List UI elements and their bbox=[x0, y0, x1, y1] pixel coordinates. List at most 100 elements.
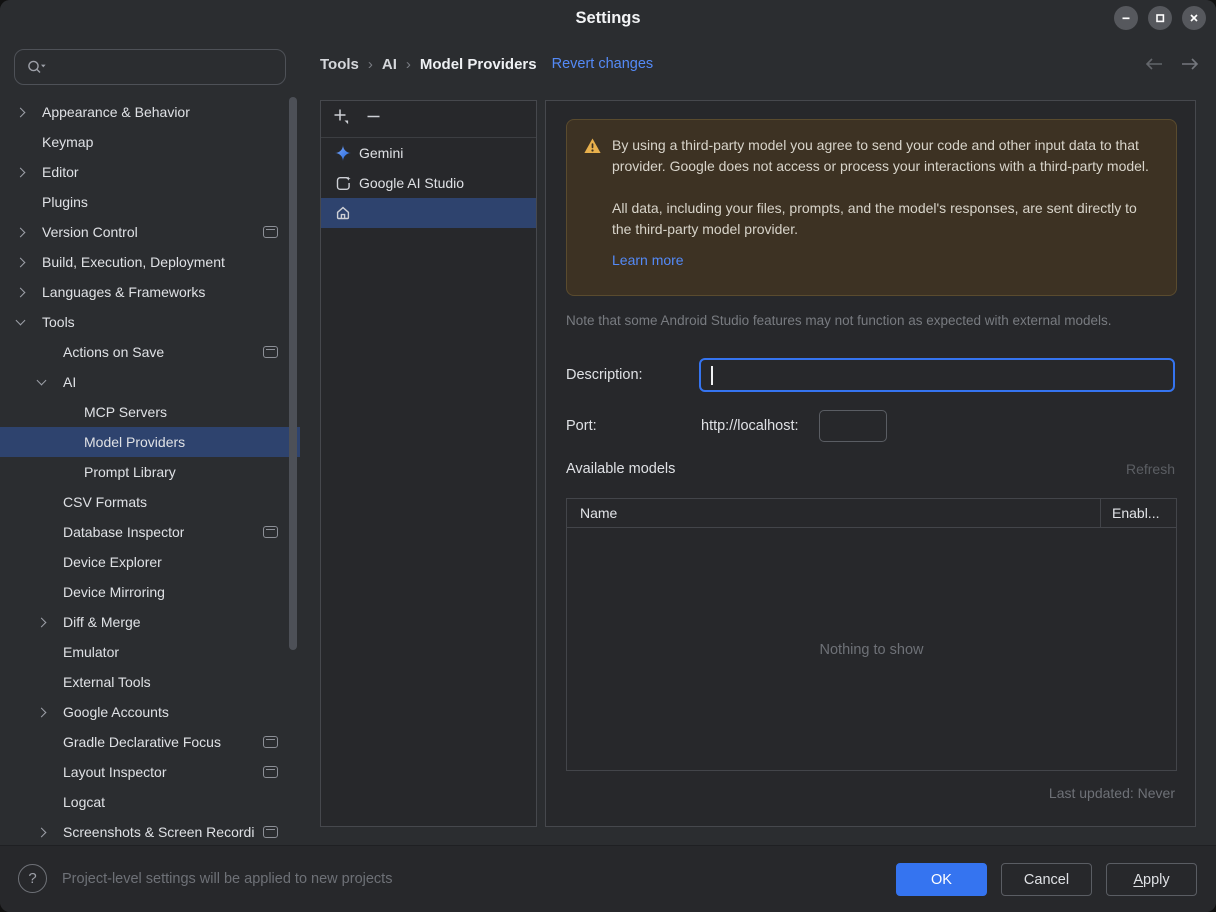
sidebar-item-label: External Tools bbox=[63, 674, 151, 690]
chevron-right-icon[interactable] bbox=[14, 107, 42, 117]
provider-item-home[interactable] bbox=[321, 198, 536, 228]
chevron-right-icon[interactable] bbox=[14, 167, 42, 177]
window-controls bbox=[1114, 6, 1206, 30]
sidebar-item-label: CSV Formats bbox=[63, 494, 148, 510]
column-header-enabled[interactable]: Enabl... bbox=[1112, 505, 1159, 521]
sidebar-item-tools[interactable]: Tools bbox=[0, 307, 300, 337]
description-field-wrap bbox=[699, 358, 1175, 392]
sidebar-item-diff-merge[interactable]: Diff & Merge bbox=[0, 607, 300, 637]
ok-button[interactable]: OK bbox=[896, 863, 987, 896]
revert-changes-link[interactable]: Revert changes bbox=[552, 56, 654, 72]
maximize-icon bbox=[1154, 12, 1166, 24]
breadcrumb-item-ai[interactable]: AI bbox=[382, 56, 397, 73]
search-icon bbox=[25, 57, 47, 77]
chevron-right-icon[interactable] bbox=[35, 827, 63, 837]
search-input[interactable] bbox=[51, 58, 285, 76]
sidebar-item-layout-inspector[interactable]: Layout Inspector bbox=[0, 757, 300, 787]
sidebar-item-device-mirroring[interactable]: Device Mirroring bbox=[0, 577, 300, 607]
cancel-button[interactable]: Cancel bbox=[1001, 863, 1092, 896]
sidebar-scrollbar[interactable] bbox=[289, 97, 297, 650]
sidebar-item-label: Emulator bbox=[63, 644, 120, 660]
project-settings-icon bbox=[263, 736, 278, 748]
sidebar-item-prompt-library[interactable]: Prompt Library bbox=[0, 457, 300, 487]
footer-bar: ? Project-level settings will be applied… bbox=[0, 845, 1216, 912]
remove-provider-button[interactable] bbox=[361, 107, 385, 131]
chevron-right-icon[interactable] bbox=[35, 707, 63, 717]
provider-form-panel: By using a third-party model you agree t… bbox=[545, 100, 1196, 827]
project-settings-icon bbox=[263, 766, 278, 778]
sidebar-item-logcat[interactable]: Logcat bbox=[0, 787, 300, 817]
project-settings-icon bbox=[263, 826, 278, 838]
provider-list: Gemini Google AI Studio bbox=[321, 138, 536, 228]
sidebar-item-keymap[interactable]: Keymap bbox=[0, 127, 300, 157]
sidebar-item-emulator[interactable]: Emulator bbox=[0, 637, 300, 667]
sidebar-item-mcp-servers[interactable]: MCP Servers bbox=[0, 397, 300, 427]
apply-button[interactable]: Apply bbox=[1106, 863, 1197, 896]
back-arrow-icon[interactable] bbox=[1142, 52, 1166, 76]
provider-item-label: Google AI Studio bbox=[359, 175, 465, 191]
sidebar-item-ai[interactable]: AI bbox=[0, 367, 300, 397]
sidebar-item-editor[interactable]: Editor bbox=[0, 157, 300, 187]
sidebar-item-model-providers[interactable]: Model Providers bbox=[0, 427, 300, 457]
sidebar-item-gradle-declarative-focus[interactable]: Gradle Declarative Focus bbox=[0, 727, 300, 757]
sidebar-item-label: Diff & Merge bbox=[63, 614, 141, 630]
chevron-right-icon[interactable] bbox=[35, 617, 63, 627]
sidebar-item-plugins[interactable]: Plugins bbox=[0, 187, 300, 217]
sidebar-item-database-inspector[interactable]: Database Inspector bbox=[0, 517, 300, 547]
sidebar-item-external-tools[interactable]: External Tools bbox=[0, 667, 300, 697]
settings-search-box[interactable] bbox=[14, 49, 286, 85]
sidebar-item-build-execution-deployment[interactable]: Build, Execution, Deployment bbox=[0, 247, 300, 277]
chevron-down-icon[interactable] bbox=[14, 315, 42, 326]
port-field[interactable] bbox=[818, 410, 887, 442]
sidebar-item-screenshots-screen-recordi[interactable]: Screenshots & Screen Recordi bbox=[0, 817, 300, 846]
maximize-button[interactable] bbox=[1148, 6, 1172, 30]
sidebar-item-label: Logcat bbox=[63, 794, 106, 810]
refresh-link[interactable]: Refresh bbox=[1126, 461, 1175, 477]
sidebar-item-google-accounts[interactable]: Google Accounts bbox=[0, 697, 300, 727]
history-nav bbox=[1142, 52, 1202, 76]
help-icon[interactable]: ? bbox=[18, 864, 47, 893]
sidebar-item-version-control[interactable]: Version Control bbox=[0, 217, 300, 247]
empty-table-text: Nothing to show bbox=[819, 642, 924, 658]
sidebar-item-appearance-behavior[interactable]: Appearance & Behavior bbox=[0, 97, 300, 127]
breadcrumb: Tools › AI › Model Providers bbox=[320, 56, 537, 73]
sidebar-item-label: MCP Servers bbox=[84, 404, 167, 420]
sidebar-item-label: AI bbox=[63, 374, 77, 390]
project-settings-icon bbox=[263, 526, 278, 538]
sidebar-item-languages-frameworks[interactable]: Languages & Frameworks bbox=[0, 277, 300, 307]
breadcrumb-row: Tools › AI › Model Providers Revert changes bbox=[320, 36, 1216, 92]
third-party-warning-banner: By using a third-party model you agree t… bbox=[566, 119, 1177, 296]
chevron-right-icon[interactable] bbox=[14, 257, 42, 267]
models-table-body: Nothing to show bbox=[567, 528, 1176, 772]
description-label: Description: bbox=[566, 367, 643, 383]
breadcrumb-item-tools[interactable]: Tools bbox=[320, 56, 359, 73]
sidebar-item-label: Plugins bbox=[42, 194, 88, 210]
sidebar-item-label: Keymap bbox=[42, 134, 94, 150]
description-field[interactable] bbox=[709, 360, 1169, 392]
forward-arrow-icon[interactable] bbox=[1178, 52, 1202, 76]
available-models-label: Available models bbox=[566, 461, 676, 477]
column-header-name[interactable]: Name bbox=[567, 505, 1176, 521]
learn-more-link[interactable]: Learn more bbox=[612, 250, 684, 271]
provider-item-label: Gemini bbox=[359, 145, 404, 161]
column-separator[interactable] bbox=[1100, 499, 1101, 527]
provider-item-gemini[interactable]: Gemini bbox=[321, 138, 536, 168]
add-provider-button[interactable] bbox=[329, 107, 353, 131]
sidebar-item-csv-formats[interactable]: CSV Formats bbox=[0, 487, 300, 517]
chevron-down-icon[interactable] bbox=[35, 375, 63, 386]
sidebar-item-actions-on-save[interactable]: Actions on Save bbox=[0, 337, 300, 367]
sidebar-item-label: Version Control bbox=[42, 224, 138, 240]
sidebar-item-label: Screenshots & Screen Recordi bbox=[63, 824, 255, 840]
chevron-right-icon[interactable] bbox=[14, 227, 42, 237]
close-button[interactable] bbox=[1182, 6, 1206, 30]
sidebar-item-device-explorer[interactable]: Device Explorer bbox=[0, 547, 300, 577]
chevron-right-icon[interactable] bbox=[14, 287, 42, 297]
minimize-button[interactable] bbox=[1114, 6, 1138, 30]
sidebar-item-label: Layout Inspector bbox=[63, 764, 167, 780]
sidebar-item-label: Gradle Declarative Focus bbox=[63, 734, 221, 750]
sidebar-item-label: Editor bbox=[42, 164, 79, 180]
settings-content: Tools › AI › Model Providers Revert changes … bbox=[300, 36, 1216, 846]
provider-item-google-ai-studio[interactable]: Google AI Studio bbox=[321, 168, 536, 198]
breadcrumb-item-model-providers[interactable]: Model Providers bbox=[420, 56, 537, 73]
text-caret bbox=[711, 366, 713, 385]
